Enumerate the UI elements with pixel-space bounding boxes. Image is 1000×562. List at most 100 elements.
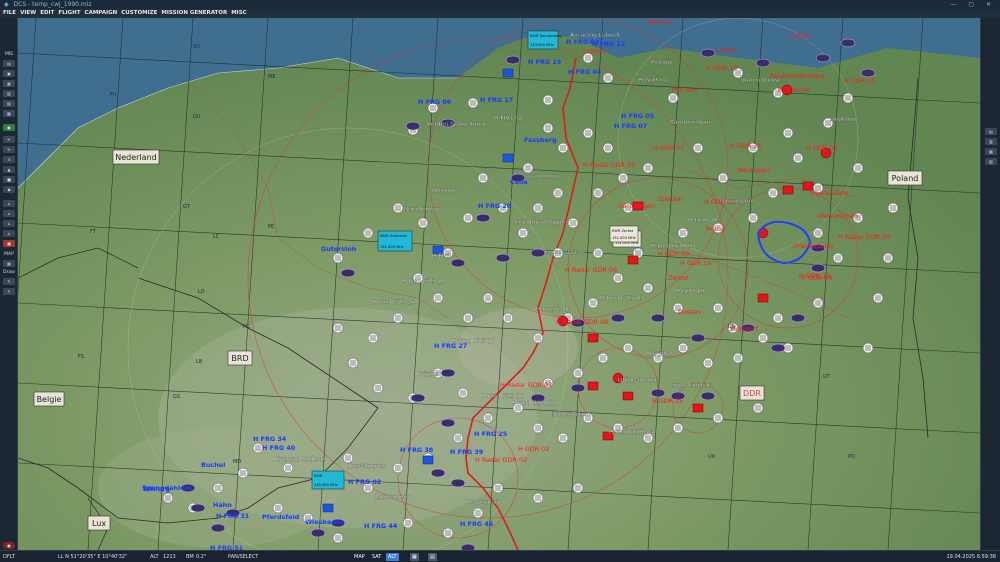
- red-airfield-label[interactable]: Lubeck: [583, 47, 606, 55]
- red-airfield-label[interactable]: H Radar GDR 05: [583, 161, 635, 169]
- airfield-icon[interactable]: [767, 187, 779, 199]
- map-canvas[interactable]: EWR Dannenberg133.000 MHzEWR Gardel131.0…: [18, 18, 980, 550]
- blue-airfield-label[interactable]: Pferdsfeld: [262, 513, 300, 521]
- red-airfield-label[interactable]: Zerbst: [668, 274, 689, 282]
- airfield-label[interactable]: Glindbruchkippe: [516, 219, 566, 226]
- airfield-icon[interactable]: [592, 187, 604, 199]
- red-airfield-label[interactable]: Neuruppin: [738, 166, 771, 174]
- airfield-icon[interactable]: [602, 72, 614, 84]
- airfield-label[interactable]: H Med GDR 12: [511, 400, 555, 407]
- map-view[interactable]: EWR Dannenberg133.000 MHzEWR Gardel131.0…: [18, 18, 980, 550]
- blue-airfield-label[interactable]: H FRG 06: [418, 98, 452, 106]
- airfield-label[interactable]: H GDR 26: [646, 351, 676, 358]
- airfield-label[interactable]: Fritzlar: [418, 371, 439, 378]
- record-icon[interactable]: ●: [3, 542, 15, 549]
- airfield-label[interactable]: Uffing-Rieder: [618, 377, 658, 384]
- airfield-icon[interactable]: [667, 92, 679, 104]
- airfield-label[interactable]: H Med FRG 14: [481, 393, 524, 400]
- airfield-icon[interactable]: [212, 482, 224, 494]
- airfield-icon[interactable]: [342, 452, 354, 464]
- airfield-icon[interactable]: [852, 162, 864, 174]
- unit-group-icon[interactable]: [530, 248, 546, 258]
- menu-misc[interactable]: MISC: [231, 9, 247, 18]
- toolbar-button-11[interactable]: ■: [3, 176, 15, 183]
- airfield-icon[interactable]: [502, 312, 514, 324]
- toolbar-button-9[interactable]: ⚓: [3, 156, 15, 163]
- toolbar-button-19[interactable]: ✎: [3, 288, 15, 295]
- red-airfield-label[interactable]: Stendal: [658, 195, 683, 203]
- airfield-label[interactable]: Laubenheim: [374, 494, 411, 501]
- airfield-icon[interactable]: [812, 227, 824, 239]
- blue-airfield-label[interactable]: H FRG 17: [480, 96, 513, 104]
- airfield-icon[interactable]: [712, 302, 724, 314]
- blue-unit-icon[interactable]: [322, 503, 334, 513]
- airfield-label[interactable]: H Med FRG 24: [372, 299, 415, 306]
- alt-mode-button[interactable]: ALT: [386, 553, 399, 561]
- airfield-label[interactable]: Wunstorf: [431, 187, 459, 194]
- airfield-icon[interactable]: [572, 482, 584, 494]
- unit-group-icon[interactable]: [790, 313, 806, 323]
- airfield-icon[interactable]: [572, 367, 584, 379]
- airfield-label[interactable]: H GDR 10: [675, 288, 705, 295]
- red-airfield-label[interactable]: H GDR 25: [652, 397, 683, 405]
- airfield-icon[interactable]: [272, 502, 284, 514]
- window-controls[interactable]: — ▢ ✕: [950, 0, 996, 9]
- toolbar-button-3[interactable]: ▦: [3, 80, 15, 87]
- red-airfield-label[interactable]: H GDR 05: [844, 77, 875, 85]
- menu-customize[interactable]: CUSTOMIZE: [121, 9, 157, 18]
- red-unit-icon[interactable]: [692, 403, 704, 413]
- airfield-icon[interactable]: [472, 507, 484, 519]
- blue-airfield-label[interactable]: Fassberg: [524, 136, 557, 144]
- airfield-icon[interactable]: [237, 467, 249, 479]
- unit-group-icon[interactable]: [755, 58, 771, 68]
- airfield-icon[interactable]: [757, 332, 769, 344]
- airfield-icon[interactable]: [467, 97, 479, 109]
- red-airfield-label[interactable]: H GDR 24: [801, 274, 832, 282]
- airfield-icon[interactable]: [752, 402, 764, 414]
- red-airfield-label[interactable]: Dessau: [678, 308, 701, 316]
- blue-airfield-label[interactable]: Celle: [510, 178, 528, 186]
- airfield-icon[interactable]: [332, 252, 344, 264]
- ewr-box[interactable]: EWR Dannenberg 133.000 MHz: [527, 30, 562, 50]
- airfield-label[interactable]: H Med FRG 11: [402, 278, 445, 285]
- airfield-icon[interactable]: [597, 352, 609, 364]
- red-airfield-label[interactable]: H Radar GDR 08: [556, 318, 608, 326]
- red-unit-icon[interactable]: [757, 293, 769, 303]
- airfield-icon[interactable]: [842, 92, 854, 104]
- menu-flight[interactable]: FLIGHT: [58, 9, 80, 18]
- airfield-icon[interactable]: [872, 292, 884, 304]
- airfield-icon[interactable]: [592, 247, 604, 259]
- airfield-icon[interactable]: [702, 357, 714, 369]
- ewr-box[interactable]: EWR Zerbst 131.000 MHz: [609, 225, 639, 243]
- airfield-label[interactable]: Hasselfelde: [536, 306, 571, 313]
- red-unit-icon[interactable]: [627, 255, 639, 265]
- red-unit-icon[interactable]: [587, 333, 599, 343]
- airfield-icon[interactable]: [812, 297, 824, 309]
- menu-campaign[interactable]: CAMPAIGN: [85, 9, 118, 18]
- blue-airfield-label[interactable]: Gutersloh: [321, 245, 357, 253]
- draw-label[interactable]: Draw: [1, 270, 17, 275]
- airfield-icon[interactable]: [587, 297, 599, 309]
- airfield-icon[interactable]: [362, 227, 374, 239]
- airfield-label[interactable]: Waren Vielist: [741, 77, 781, 84]
- airfield-icon[interactable]: [677, 342, 689, 354]
- blue-airfield-label[interactable]: H FRG 25: [474, 430, 507, 438]
- airfield-label[interactable]: Airracing Lubeck: [570, 32, 621, 39]
- red-unit-icon[interactable]: [782, 185, 794, 195]
- unit-group-icon[interactable]: [690, 333, 706, 343]
- airfield-icon[interactable]: [162, 492, 174, 504]
- blue-airfield-label[interactable]: Wiesbaden: [305, 518, 345, 526]
- airfield-icon[interactable]: [552, 187, 564, 199]
- red-airfield-label[interactable]: Werneuchen: [818, 212, 858, 220]
- red-airfield-label[interactable]: H Radar GDR 09: [838, 233, 890, 241]
- airfield-label[interactable]: H Med GDR 09: [651, 243, 695, 250]
- blue-airfield-label[interactable]: H FRG 05: [621, 112, 654, 120]
- unit-group-icon[interactable]: [650, 313, 666, 323]
- airfield-icon[interactable]: [602, 142, 614, 154]
- airfield-icon[interactable]: [372, 382, 384, 394]
- unit-group-icon[interactable]: [700, 48, 716, 58]
- airfield-icon[interactable]: [882, 252, 894, 264]
- unit-group-icon[interactable]: [770, 343, 786, 353]
- toolbar-button-red[interactable]: ■: [3, 240, 15, 247]
- menu-view[interactable]: VIEW: [20, 9, 36, 18]
